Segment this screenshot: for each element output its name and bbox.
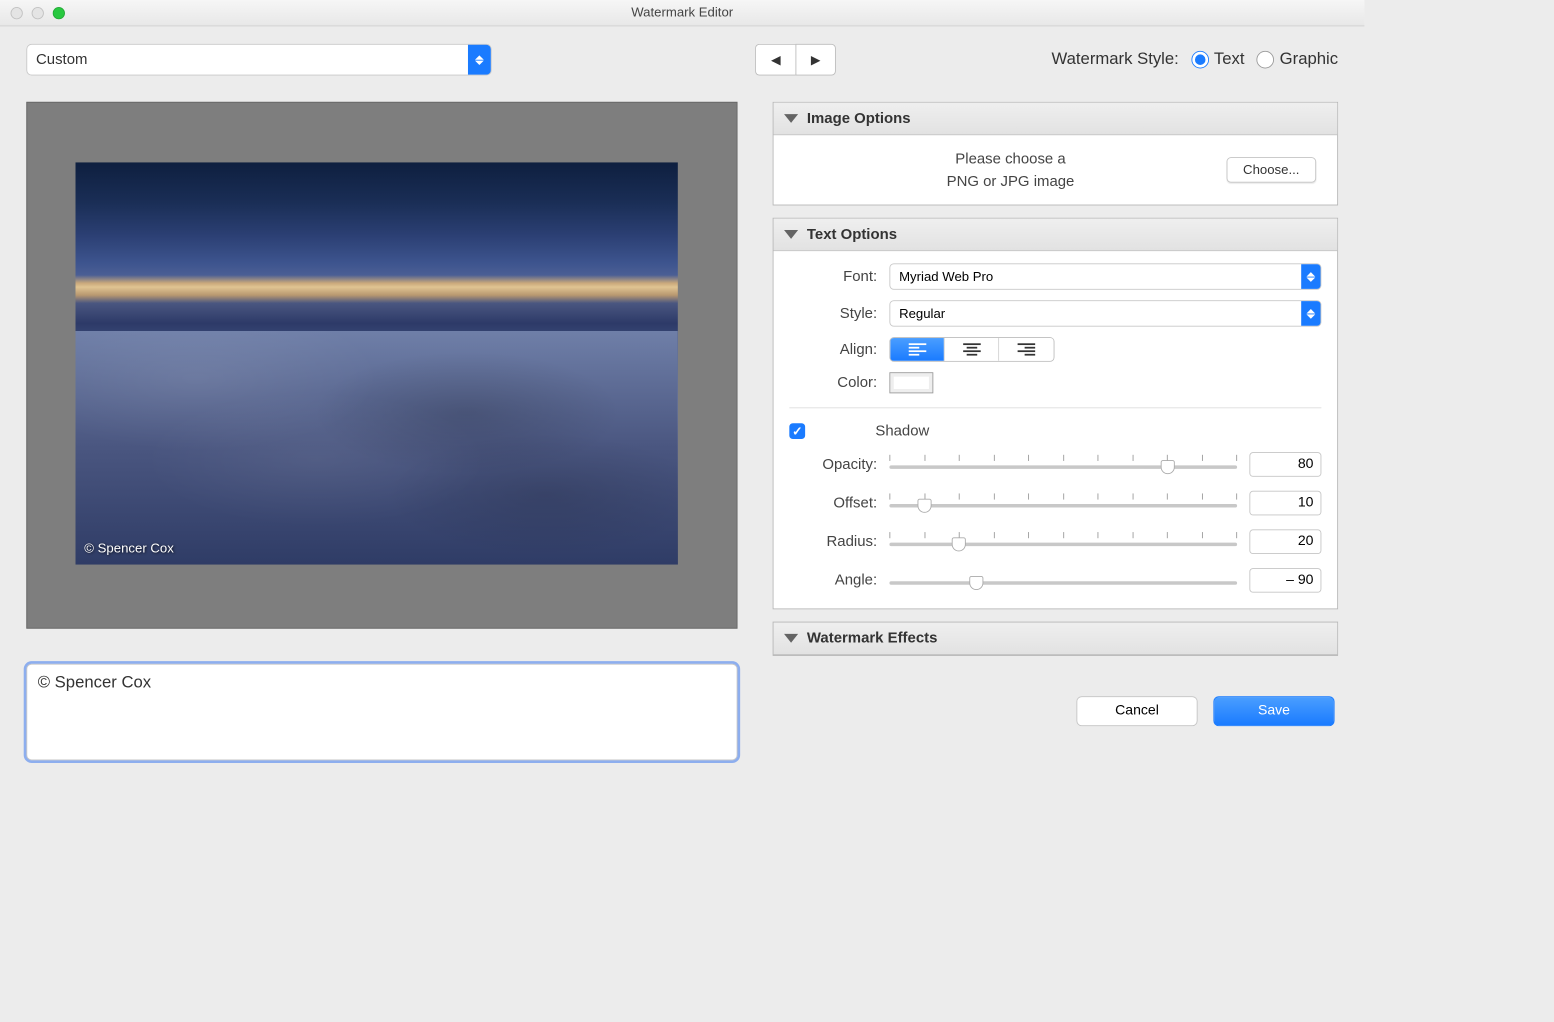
opacity-label: Opacity: (789, 456, 877, 474)
image-options-title: Image Options (807, 110, 911, 128)
top-row: Custom ◀ ▶ Watermark Style: Text (26, 44, 1338, 76)
save-button[interactable]: Save (1213, 696, 1334, 726)
divider (789, 407, 1321, 408)
image-options-hint: Please choose a PNG or JPG image (795, 148, 1227, 193)
footer: Cancel Save (773, 696, 1338, 726)
font-style-select[interactable]: Regular (889, 300, 1321, 326)
shadow-label: Shadow (875, 422, 929, 440)
align-right-icon (1018, 343, 1036, 355)
angle-label: Angle: (789, 572, 877, 590)
preview-nav: ◀ ▶ (755, 44, 836, 76)
window-title: Watermark Editor (0, 5, 1364, 20)
offset-label: Offset: (789, 494, 877, 512)
radius-label: Radius: (789, 533, 877, 551)
image-options-header[interactable]: Image Options (774, 103, 1338, 135)
style-text-radio[interactable] (1191, 51, 1209, 69)
titlebar: Watermark Editor (0, 0, 1364, 26)
disclosure-triangle-icon (784, 230, 798, 239)
preview-area[interactable]: © Spencer Cox (26, 102, 737, 629)
preset-value: Custom (36, 51, 87, 69)
main-row: © Spencer Cox Image Options Please choos… (26, 102, 1338, 884)
angle-slider[interactable] (889, 571, 1237, 590)
offset-slider[interactable] (889, 493, 1237, 512)
disclosure-triangle-icon (784, 634, 798, 643)
style-graphic-radio[interactable] (1257, 51, 1275, 69)
chevron-up-down-icon (1301, 301, 1320, 326)
content: Custom ◀ ▶ Watermark Style: Text (0, 26, 1364, 897)
chevron-up-down-icon (1301, 264, 1320, 289)
align-center-button[interactable] (945, 338, 999, 361)
watermark-editor-window: Watermark Editor Custom ◀ ▶ Watermark St… (0, 0, 1364, 897)
align-label: Align: (789, 341, 877, 359)
watermark-style-group: Watermark Style: Text Graphic (1052, 50, 1339, 69)
chevron-up-down-icon (468, 45, 491, 75)
image-options-body: Please choose a PNG or JPG image Choose.… (774, 135, 1338, 204)
font-label: Font: (789, 268, 877, 286)
watermark-effects-title: Watermark Effects (807, 630, 938, 648)
opacity-input[interactable] (1249, 452, 1321, 477)
disclosure-triangle-icon (784, 114, 798, 123)
style-text-label: Text (1214, 50, 1245, 69)
align-right-button[interactable] (999, 338, 1053, 361)
right-column: Image Options Please choose a PNG or JPG… (773, 102, 1338, 884)
left-column: © Spencer Cox (26, 102, 737, 884)
text-options-header[interactable]: Text Options (774, 219, 1338, 251)
triangle-left-icon: ◀ (771, 52, 780, 67)
watermark-effects-panel: Watermark Effects (773, 622, 1338, 656)
color-well[interactable] (889, 372, 933, 393)
choose-image-button[interactable]: Choose... (1226, 157, 1316, 182)
align-left-button[interactable] (890, 338, 944, 361)
font-style-label: Style: (789, 305, 877, 323)
prev-image-button[interactable]: ◀ (755, 44, 795, 76)
watermark-style-label: Watermark Style: (1052, 50, 1179, 69)
preset-select[interactable]: Custom (26, 44, 491, 76)
font-style-value: Regular (899, 306, 945, 321)
color-label: Color: (789, 374, 877, 392)
radius-slider[interactable] (889, 532, 1237, 551)
watermark-overlay: © Spencer Cox (84, 541, 174, 556)
text-options-body: Font: Myriad Web Pro Style: Regular (774, 251, 1338, 608)
triangle-right-icon: ▶ (811, 52, 820, 67)
watermark-text-input[interactable] (26, 664, 737, 761)
align-left-icon (908, 343, 926, 355)
watermark-effects-header[interactable]: Watermark Effects (774, 623, 1338, 655)
offset-input[interactable] (1249, 491, 1321, 516)
align-center-icon (963, 343, 981, 355)
image-options-panel: Image Options Please choose a PNG or JPG… (773, 102, 1338, 206)
text-options-panel: Text Options Font: Myriad Web Pro Style: (773, 218, 1338, 610)
preview-image: © Spencer Cox (76, 162, 678, 564)
radius-input[interactable] (1249, 529, 1321, 554)
text-options-title: Text Options (807, 226, 897, 244)
font-value: Myriad Web Pro (899, 269, 993, 284)
angle-input[interactable] (1249, 568, 1321, 593)
cancel-button[interactable]: Cancel (1076, 696, 1197, 726)
font-select[interactable]: Myriad Web Pro (889, 263, 1321, 289)
shadow-checkbox[interactable] (789, 423, 805, 439)
opacity-slider[interactable] (889, 455, 1237, 474)
style-graphic-label: Graphic (1280, 50, 1338, 69)
next-image-button[interactable]: ▶ (795, 44, 835, 76)
align-segment (889, 337, 1054, 362)
